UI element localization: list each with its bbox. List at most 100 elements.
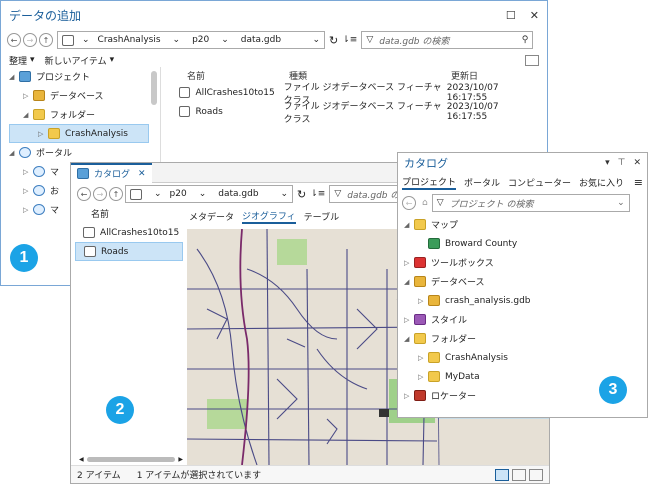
- forward-icon[interactable]: →: [93, 187, 107, 201]
- pane-options-icon[interactable]: ▾: [605, 158, 610, 168]
- chevron-down-icon: ▾: [30, 55, 35, 65]
- tree-item-portal[interactable]: ◢ ポータル: [9, 143, 160, 162]
- filter-icon[interactable]: ▽: [437, 198, 444, 208]
- tab-project[interactable]: プロジェクト: [402, 175, 457, 190]
- tab-computer[interactable]: コンピューター: [508, 176, 571, 189]
- tree-item-crashanalysis[interactable]: ▷ CrashAnalysis: [404, 348, 647, 367]
- dialog-toolbar: ← → ↑ ⌄ CrashAnalysis ⌄ p20 ⌄ data.gdb ⌄…: [1, 29, 547, 51]
- callout-badge-1: 1: [10, 244, 38, 272]
- status-selected: 1 アイテムが選択されています: [136, 471, 262, 481]
- folder-icon: [33, 109, 45, 120]
- dialog-title: データの追加: [9, 8, 82, 23]
- sort-icon[interactable]: ⇂≡: [342, 35, 357, 45]
- tree-item-project[interactable]: ◢ プロジェクト: [9, 67, 160, 86]
- tree-label: ポータル: [36, 149, 73, 159]
- sort-icon[interactable]: ⇂≡: [310, 189, 325, 199]
- line-feature-icon: [179, 106, 191, 117]
- chevron-down-icon[interactable]: ⌄: [312, 35, 320, 45]
- toolbox-icon: [414, 257, 426, 268]
- chevron-down-icon[interactable]: ⌄: [617, 198, 625, 208]
- view-pane-icon[interactable]: [525, 54, 539, 66]
- tree-item-databases[interactable]: ◢ データベース: [404, 272, 647, 291]
- filter-icon[interactable]: ▽: [334, 189, 341, 199]
- tree-item-folder[interactable]: ◢ フォルダー: [9, 105, 160, 124]
- tiles-view-icon[interactable]: [529, 468, 543, 481]
- search-input[interactable]: ▽ data.gdb の検索 ⚲: [361, 31, 534, 49]
- tab-portal[interactable]: ポータル: [464, 176, 500, 189]
- style-icon: [414, 314, 426, 325]
- breadcrumb[interactable]: ⌄ p20 ⌄ data.gdb ⌄: [125, 185, 293, 203]
- crumb-item[interactable]: CrashAnalysis: [98, 35, 161, 45]
- up-icon[interactable]: ↑: [39, 33, 53, 47]
- list-header[interactable]: 名前: [75, 207, 183, 223]
- pane-tabs: プロジェクト ポータル コンピューター お気に入り ≡: [398, 173, 647, 191]
- breadcrumb[interactable]: ⌄ CrashAnalysis ⌄ p20 ⌄ data.gdb ⌄: [57, 31, 325, 49]
- col-date[interactable]: 更新日: [451, 69, 478, 82]
- menu-new-item[interactable]: 新しいアイテム: [45, 54, 107, 67]
- tree-item-maps[interactable]: ◢ マップ: [404, 215, 647, 234]
- tree-item-map[interactable]: Broward County: [404, 234, 647, 253]
- chevron-down-icon: ▾: [109, 55, 115, 65]
- list-item[interactable]: AllCrashes10to15: [75, 223, 183, 242]
- tree-item-toolboxes[interactable]: ▷ ツールボックス: [404, 253, 647, 272]
- row-date: 2023/10/07 16:17:55: [446, 82, 499, 103]
- list-item[interactable]: Roads: [75, 242, 183, 261]
- list-view-icon[interactable]: [512, 468, 526, 481]
- tree-item-folders[interactable]: ◢ フォルダー: [404, 329, 647, 348]
- back-icon[interactable]: ←: [77, 187, 91, 201]
- tree-scrollbar[interactable]: [151, 71, 157, 105]
- portal-icon: [33, 204, 45, 215]
- catalog-tab[interactable]: カタログ ✕: [71, 162, 152, 183]
- crumb-item[interactable]: p20: [170, 189, 187, 199]
- tree-item-styles[interactable]: ▷ スタイル: [404, 310, 647, 329]
- folder-icon: [414, 333, 426, 344]
- project-icon: [19, 71, 31, 82]
- menu-icon[interactable]: ≡: [634, 176, 643, 189]
- refresh-icon[interactable]: ↻: [297, 188, 306, 201]
- details-view-icon[interactable]: [495, 468, 509, 481]
- forward-icon[interactable]: →: [23, 33, 37, 47]
- item-label: AllCrashes10to15: [100, 227, 180, 238]
- search-icon[interactable]: ⚲: [522, 35, 529, 45]
- tree-item-crashanalysis[interactable]: ▷ CrashAnalysis: [9, 124, 149, 143]
- home-icon[interactable]: ⌂: [422, 198, 428, 208]
- back-icon[interactable]: ←: [402, 196, 416, 210]
- close-icon[interactable]: ✕: [530, 9, 539, 22]
- row-name: AllCrashes10to15: [195, 87, 275, 98]
- maximize-icon[interactable]: ☐: [506, 9, 516, 22]
- tree-label: CrashAnalysis: [445, 352, 508, 363]
- line-feature-icon: [84, 246, 96, 257]
- portal-icon: [33, 185, 45, 196]
- chevron-icon: ⌄: [198, 189, 207, 199]
- maps-icon: [414, 219, 426, 230]
- crumb-item[interactable]: data.gdb: [241, 35, 281, 45]
- tree-label: お: [50, 187, 60, 197]
- tab-table[interactable]: テーブル: [304, 210, 339, 223]
- table-row[interactable]: Roads ファイル ジオデータベース フィーチャクラス 2023/10/07 …: [179, 102, 537, 125]
- dialog-titlebar: データの追加 ☐ ✕: [1, 1, 547, 29]
- pin-icon[interactable]: ⊤: [618, 158, 626, 168]
- col-name[interactable]: 名前: [187, 69, 289, 82]
- close-icon[interactable]: ✕: [138, 169, 146, 179]
- search-input[interactable]: ▽ プロジェクト の検索 ⌄: [431, 194, 630, 212]
- portal-icon: [19, 147, 31, 158]
- tree-item-gdb[interactable]: ▷ crash_analysis.gdb: [404, 291, 647, 310]
- tab-favorites[interactable]: お気に入り: [579, 176, 624, 189]
- crumb-item[interactable]: p20: [192, 35, 209, 45]
- up-icon[interactable]: ↑: [109, 187, 123, 201]
- menu-organize[interactable]: 整理: [9, 54, 27, 67]
- refresh-icon[interactable]: ↻: [329, 34, 338, 47]
- close-icon[interactable]: ✕: [633, 158, 641, 168]
- back-icon[interactable]: ←: [7, 33, 21, 47]
- horizontal-scrollbar[interactable]: ◀ ▶: [79, 455, 183, 463]
- tree-item-database[interactable]: ▷ データベース: [9, 86, 160, 105]
- tab-metadata[interactable]: メタデータ: [189, 210, 234, 223]
- tree-label: Broward County: [445, 238, 518, 249]
- row-type: ファイル ジオデータベース フィーチャクラス: [283, 101, 442, 125]
- crumb-item[interactable]: data.gdb: [218, 189, 258, 199]
- tree-label: MyData: [445, 371, 480, 382]
- tab-geography[interactable]: ジオグラフィ: [242, 209, 296, 224]
- tree-label: ツールボックス: [431, 259, 494, 269]
- chevron-down-icon[interactable]: ⌄: [280, 189, 288, 199]
- filter-icon[interactable]: ▽: [366, 35, 373, 45]
